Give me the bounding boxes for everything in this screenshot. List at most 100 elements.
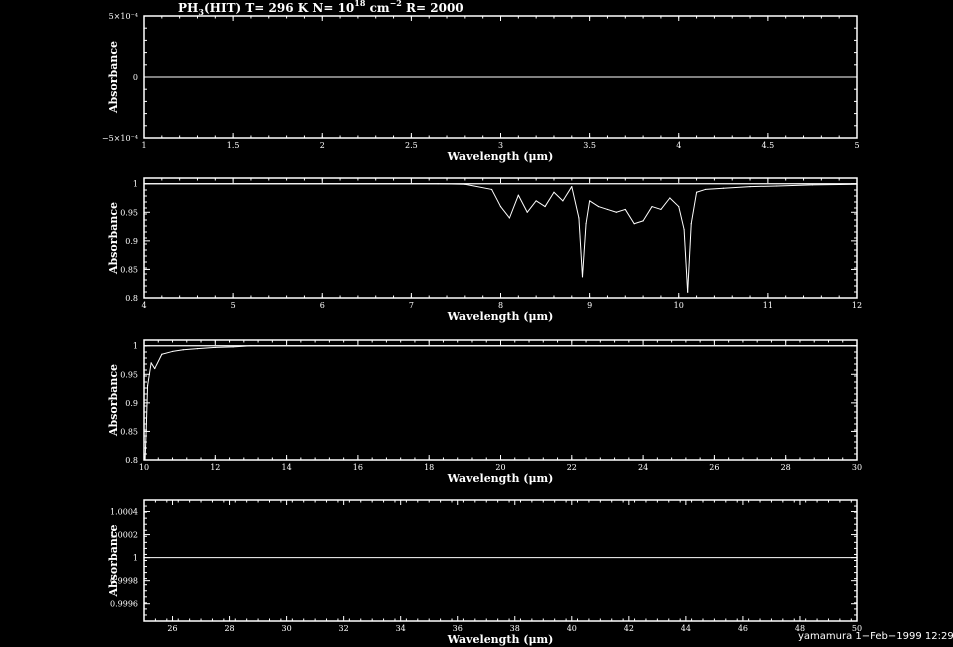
spectrum-segment (535, 200, 546, 207)
x-tick-label: 30 (282, 624, 292, 633)
x-tick-label: 28 (224, 624, 234, 633)
y-axis-label: Absorbance (107, 202, 120, 275)
spectrum-point (214, 346, 216, 349)
spectrum-segment (812, 183, 858, 186)
spectrum-point (161, 353, 163, 355)
y-axis-label: Absorbance (107, 364, 120, 437)
x-tick-label: 20 (495, 463, 505, 472)
spectrum-segment (683, 229, 689, 293)
plot-frame (143, 499, 858, 622)
spectrum-point (581, 276, 584, 278)
spectrum-segment (161, 350, 173, 355)
x-tick-label: 2.5 (405, 141, 418, 150)
x-axis-label: Wavelength (μm) (447, 150, 554, 163)
x-tick-label: 48 (795, 624, 805, 633)
spectrum-segment (197, 346, 216, 350)
spectrum-segment (215, 346, 234, 348)
y-tick-label: 5×10⁻⁴ (109, 12, 138, 21)
spectrum-point (232, 346, 234, 348)
spectrum-segment (705, 187, 724, 190)
spectrum-segment (508, 194, 519, 219)
spectrum-point (749, 185, 751, 188)
x-tick-label: 5 (854, 141, 859, 150)
y-tick-label: 1 (133, 180, 138, 189)
spectrum-segment (571, 186, 580, 219)
spectrum-segment (687, 223, 692, 293)
spectrum-segment (616, 208, 626, 213)
spectrum-segment (585, 200, 591, 224)
spectrum-segment (464, 183, 492, 190)
spectrum-segment (651, 206, 662, 210)
spectrum-point (856, 557, 858, 559)
spectrum-segment (438, 183, 465, 185)
spectrum-point (544, 205, 546, 208)
figure-title: PH3(HIT) T= 296 K N= 1018 cm−2 R= 2000 (178, 0, 464, 17)
x-tick-label: 3 (498, 141, 503, 150)
x-tick-label: 24 (638, 463, 648, 472)
footer-stamp: yamamura 1−Feb−1999 12:29 (798, 631, 953, 642)
spectrum-segment (776, 184, 813, 187)
spectrum-segment (544, 192, 555, 207)
spectrum-point (196, 347, 199, 350)
x-tick-label: 4 (141, 301, 146, 310)
x-tick-label: 1 (141, 141, 146, 150)
y-tick-label: 0.8 (125, 294, 138, 303)
spectrum-point (589, 200, 591, 202)
spectrum-segment (642, 206, 653, 222)
y-tick-label: 1 (133, 342, 138, 351)
x-tick-label: 38 (510, 624, 520, 633)
spectrum-segment (690, 192, 698, 224)
spectrum-segment (154, 354, 163, 369)
spectrum-point (856, 345, 858, 347)
x-tick-label: 50 (852, 624, 862, 633)
x-axis-label: Wavelength (μm) (447, 633, 554, 646)
y-tick-label: 0.8 (125, 456, 138, 465)
spectrum-point (490, 188, 493, 191)
spectrum-segment (562, 186, 573, 202)
spectrum-segment (526, 200, 537, 213)
spectrum-point (464, 183, 466, 185)
spectrum-point (144, 459, 146, 461)
y-tick-label: 0.9 (125, 399, 138, 408)
x-axis-label: Wavelength (μm) (447, 472, 554, 485)
y-tick-label: 0.85 (120, 265, 138, 274)
spectrum-segment (624, 209, 635, 224)
x-tick-label: 28 (781, 463, 791, 472)
x-tick-label: 26 (167, 624, 177, 633)
spectrum-segment (660, 197, 671, 210)
spectrum-point (687, 291, 689, 293)
spectrum-point (695, 191, 698, 193)
title-part: R= 2000 (402, 1, 464, 15)
y-axis-label: Absorbance (107, 41, 120, 114)
spectrum-point (578, 217, 580, 219)
spectrum-point (499, 205, 502, 208)
spectrum-segment (678, 206, 685, 230)
spectrum-point (606, 208, 609, 211)
x-tick-label: 34 (396, 624, 406, 633)
spectrum-point (146, 385, 149, 387)
spectrum-segment (491, 189, 501, 207)
y-tick-label: 0.9996 (110, 600, 138, 609)
y-tick-label: 0.95 (120, 370, 138, 379)
y-tick-label: 0.85 (120, 427, 138, 436)
title-part: (HIT) T= 296 K N= 10 (204, 1, 354, 15)
x-tick-label: 9 (587, 301, 592, 310)
x-tick-label: 11 (763, 301, 773, 310)
spectrum-point (633, 223, 635, 225)
spectrum-point (508, 217, 511, 219)
spectrum-point (154, 367, 156, 370)
spectrum-point (143, 557, 145, 559)
spectrum-point (553, 191, 555, 193)
spectrum-point (526, 211, 528, 213)
spectrum-point (683, 228, 685, 231)
x-tick-label: 42 (624, 624, 634, 633)
spectrum-point (171, 350, 174, 353)
spectrum-point (704, 188, 707, 191)
spectrum-point (615, 211, 617, 213)
x-tick-label: 4.5 (762, 141, 775, 150)
spectrum-segment (150, 362, 156, 369)
x-tick-label: 46 (738, 624, 748, 633)
x-tick-label: 18 (424, 463, 434, 472)
x-tick-label: 14 (282, 463, 292, 472)
spectrum-point (437, 183, 439, 185)
